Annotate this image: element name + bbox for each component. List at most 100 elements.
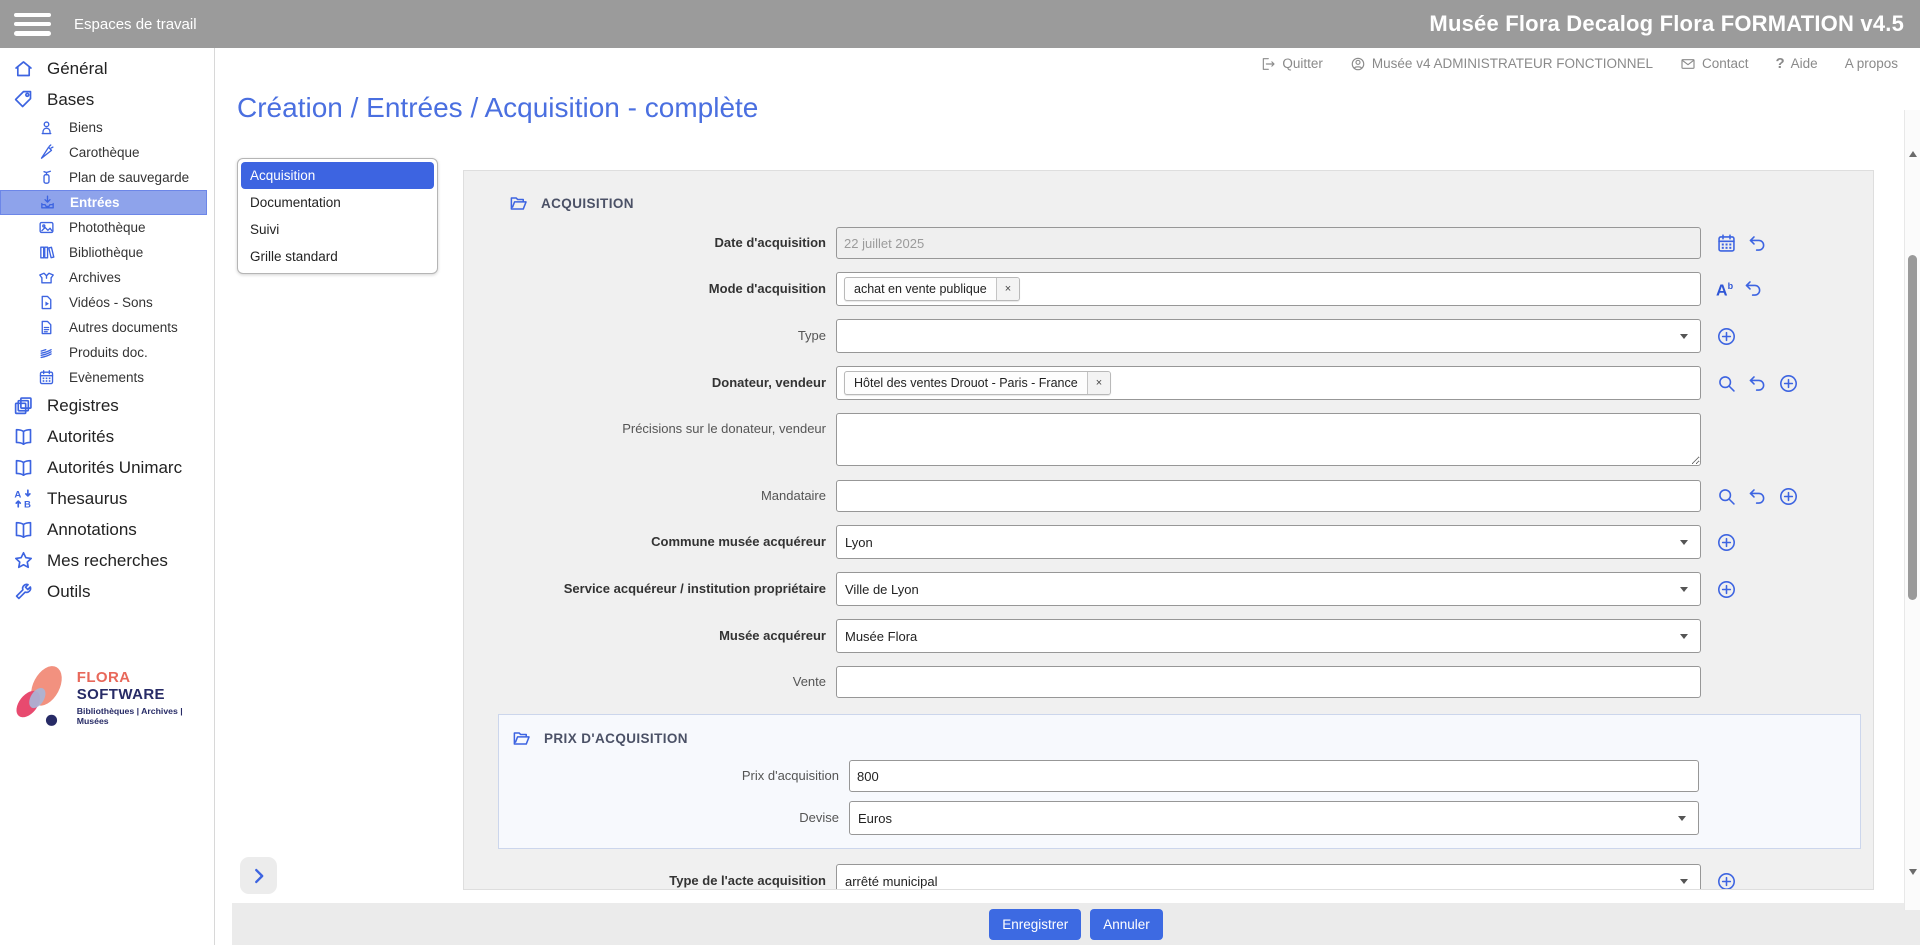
mandataire-input[interactable] [836, 480, 1701, 512]
authority-index-icon[interactable]: Ab [1716, 278, 1733, 299]
sidebar-item-phototheque[interactable]: Photothèque [0, 215, 207, 240]
field-row-mandataire: Mandataire [464, 480, 1873, 512]
tab-acquisition[interactable]: Acquisition [241, 162, 434, 189]
prix-input[interactable]: 800 [849, 760, 1699, 792]
musee-acquereur-select[interactable]: Musée Flora [836, 619, 1701, 653]
field-row-type-acte: Type de l'acte acquisition arrêté munici… [464, 864, 1873, 890]
chevron-right-icon [248, 865, 270, 887]
scroll-up-arrow[interactable] [1905, 146, 1920, 162]
field-row-commune: Commune musée acquéreur Lyon [464, 525, 1873, 559]
undo-icon[interactable] [1743, 278, 1764, 299]
sidebar-item-entrees[interactable]: Entrées [0, 190, 207, 215]
caret-up-icon [1909, 151, 1917, 157]
wrench-icon [13, 581, 34, 602]
add-circle-icon[interactable] [1716, 579, 1737, 600]
search-icon[interactable] [1716, 373, 1737, 394]
service-acquereur-select[interactable]: Ville de Lyon [836, 572, 1701, 606]
sidebar-item-carotheque[interactable]: Carothèque [0, 140, 207, 165]
star-icon [13, 550, 34, 571]
sidebar-item-registres[interactable]: Registres [0, 390, 214, 421]
selected-value-chip: Hôtel des ventes Drouot - Paris - France… [844, 371, 1111, 395]
sidebar-item-general[interactable]: Général [0, 53, 214, 84]
sidebar-item-autorites[interactable]: Autorités [0, 421, 214, 452]
main-content: Quitter Musée v4 ADMINISTRATEUR FONCTION… [216, 48, 1920, 945]
undo-icon[interactable] [1747, 486, 1768, 507]
collapse-tabs-button[interactable] [240, 857, 277, 894]
prix-acquisition-section: PRIX D'ACQUISITION Prix d'acquisition 80… [498, 714, 1861, 849]
add-circle-icon[interactable] [1778, 373, 1799, 394]
sidebar-navigation: Général Bases Biens Carothèque Plan de s… [0, 48, 215, 945]
precisions-textarea[interactable] [836, 413, 1701, 466]
open-book-icon [13, 519, 34, 540]
save-button[interactable]: Enregistrer [989, 909, 1081, 940]
tab-suivi[interactable]: Suivi [241, 216, 434, 243]
sidebar-item-annotations[interactable]: Annotations [0, 514, 214, 545]
help-link[interactable]: ? Aide [1776, 55, 1818, 72]
vertical-scrollbar[interactable] [1904, 110, 1920, 910]
commune-select[interactable]: Lyon [836, 525, 1701, 559]
add-circle-icon[interactable] [1716, 871, 1737, 891]
section-title: ACQUISITION [541, 196, 634, 211]
sidebar-item-mes-recherches[interactable]: Mes recherches [0, 545, 214, 576]
workspace-label[interactable]: Espaces de travail [74, 16, 197, 33]
donateur-vendeur-input[interactable]: Hôtel des ventes Drouot - Paris - France… [836, 366, 1701, 400]
field-label: Précisions sur le donateur, vendeur [464, 413, 836, 437]
type-select[interactable] [836, 319, 1701, 353]
tag-icon [13, 89, 34, 110]
books-icon [38, 244, 55, 261]
undo-icon[interactable] [1747, 233, 1768, 254]
sidebar-item-autorites-unimarc[interactable]: Autorités Unimarc [0, 452, 214, 483]
caret-down-icon [1909, 869, 1917, 875]
sidebar-item-outils[interactable]: Outils [0, 576, 214, 607]
field-row-vente: Vente [464, 666, 1873, 698]
page-title: Création / Entrées / Acquisition - compl… [237, 92, 758, 124]
sidebar-item-evenements[interactable]: Evènements [0, 365, 207, 390]
remove-chip-button[interactable]: × [996, 278, 1019, 300]
field-label: Prix d'acquisition [499, 768, 849, 784]
date-acquisition-input[interactable]: 22 juillet 2025 [836, 227, 1701, 259]
acquisition-section-header[interactable]: ACQUISITION [464, 191, 1873, 215]
home-icon [13, 58, 34, 79]
field-row-donateur-vendeur: Donateur, vendeur Hôtel des ventes Drouo… [464, 366, 1873, 400]
sidebar-item-thesaurus[interactable]: Thesaurus [0, 483, 214, 514]
acquisition-form-panel: ACQUISITION Date d'acquisition 22 juille… [463, 170, 1874, 890]
open-book-icon [13, 426, 34, 447]
sidebar-item-bases[interactable]: Bases [0, 84, 214, 115]
add-circle-icon[interactable] [1716, 532, 1737, 553]
question-icon: ? [1776, 55, 1785, 72]
calendar-picker-icon[interactable] [1716, 233, 1737, 254]
sidebar-item-bibliotheque[interactable]: Bibliothèque [0, 240, 207, 265]
field-row-devise: Devise Euros [499, 801, 1860, 835]
quit-link[interactable]: Quitter [1260, 56, 1323, 72]
hamburger-menu-icon[interactable] [14, 13, 51, 36]
about-link[interactable]: A propos [1845, 56, 1898, 71]
sidebar-item-biens[interactable]: Biens [0, 115, 207, 140]
undo-icon[interactable] [1747, 373, 1768, 394]
contact-link[interactable]: Contact [1680, 56, 1749, 72]
sidebar-item-autres-documents[interactable]: Autres documents [0, 315, 207, 340]
vente-input[interactable] [836, 666, 1701, 698]
mode-acquisition-input[interactable]: achat en vente publique × [836, 272, 1701, 306]
type-acte-select[interactable]: arrêté municipal [836, 864, 1701, 890]
add-circle-icon[interactable] [1716, 326, 1737, 347]
selected-value-chip: achat en vente publique × [844, 277, 1020, 301]
prix-section-header[interactable]: PRIX D'ACQUISITION [499, 726, 1860, 750]
sidebar-item-plan-de-sauvegarde[interactable]: Plan de sauvegarde [0, 165, 207, 190]
document-icon [38, 319, 55, 336]
search-icon[interactable] [1716, 486, 1737, 507]
sidebar-item-produits-doc[interactable]: Produits doc. [0, 340, 207, 365]
chevron-down-icon [1680, 587, 1688, 592]
sidebar-item-archives[interactable]: Archives [0, 265, 207, 290]
sidebar-item-videos-sons[interactable]: Vidéos - Sons [0, 290, 207, 315]
tab-grille-standard[interactable]: Grille standard [241, 243, 434, 270]
scroll-down-arrow[interactable] [1905, 864, 1920, 880]
add-circle-icon[interactable] [1778, 486, 1799, 507]
remove-chip-button[interactable]: × [1087, 372, 1110, 394]
scrollbar-thumb[interactable] [1908, 255, 1917, 600]
field-row-musee-acquereur: Musée acquéreur Musée Flora [464, 619, 1873, 653]
devise-select[interactable]: Euros [849, 801, 1699, 835]
tab-documentation[interactable]: Documentation [241, 189, 434, 216]
cancel-button[interactable]: Annuler [1090, 909, 1163, 940]
current-user-link[interactable]: Musée v4 ADMINISTRATEUR FONCTIONNEL [1350, 56, 1653, 72]
sheaf-icon [38, 344, 55, 361]
